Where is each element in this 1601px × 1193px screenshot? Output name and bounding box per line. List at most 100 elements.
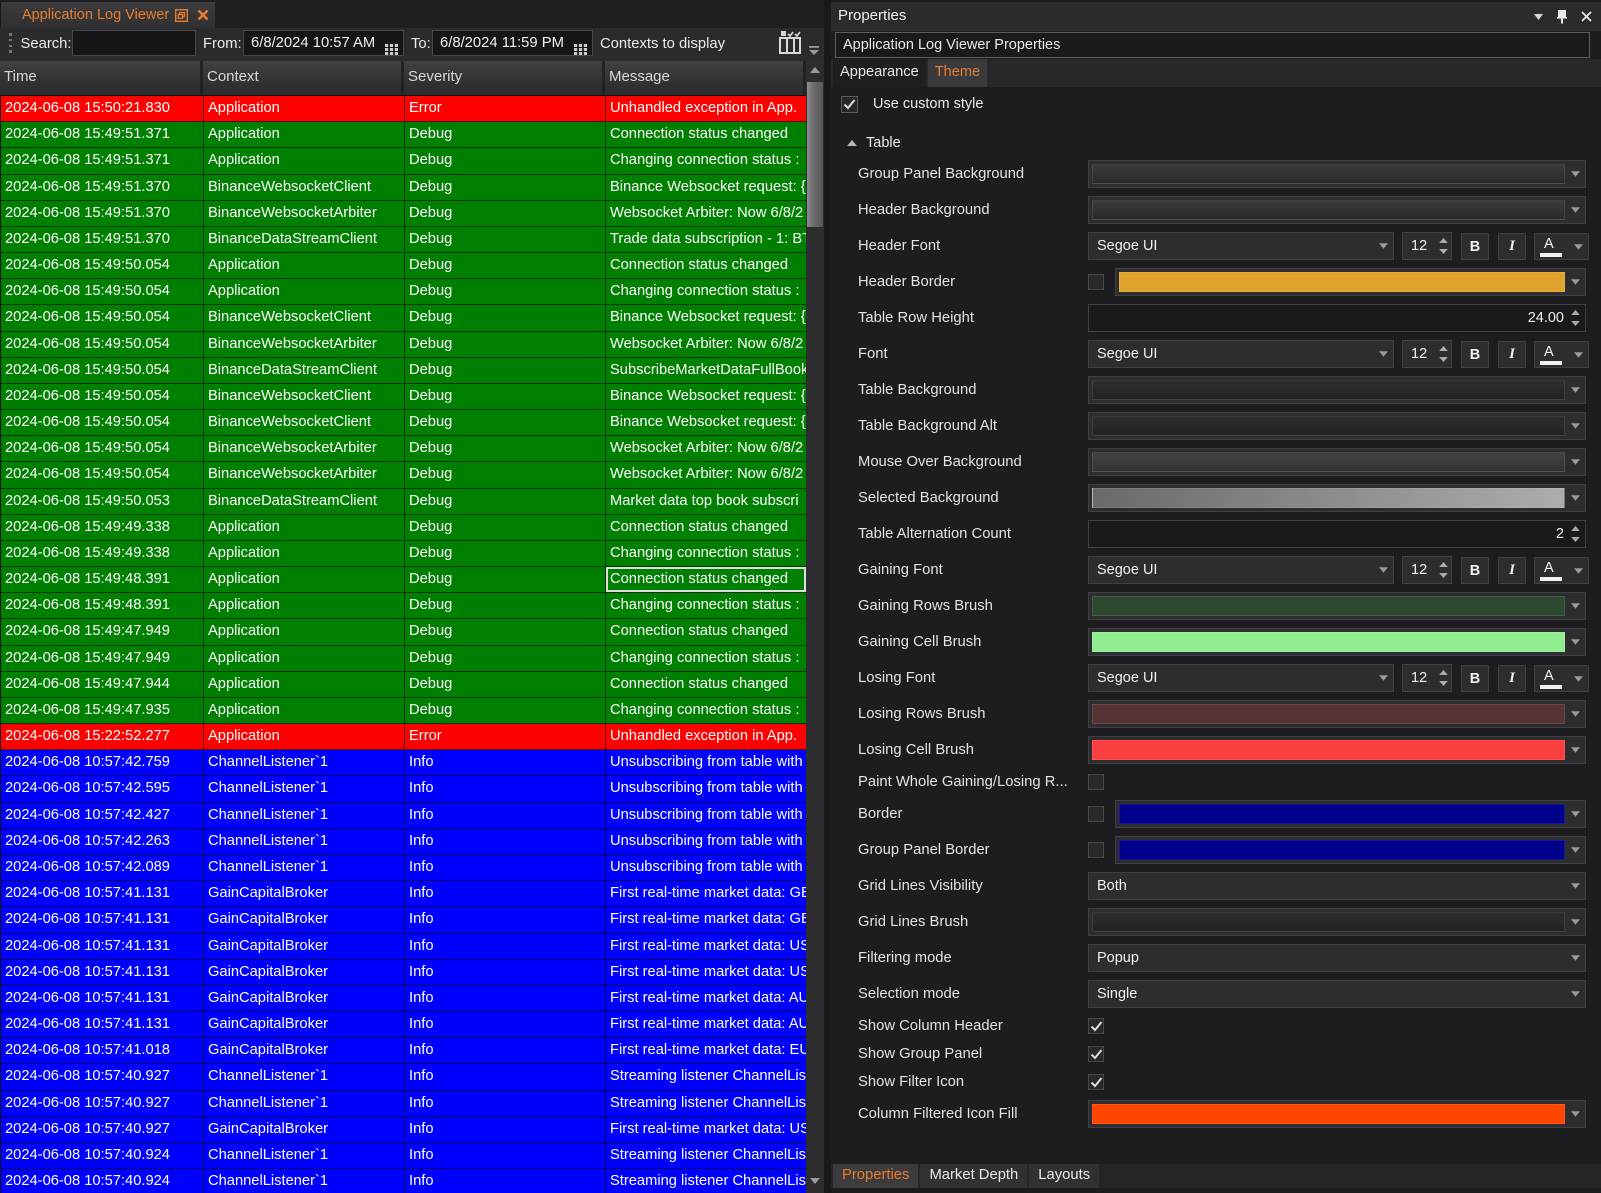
log-row[interactable]: 2024-06-08 15:49:47.949ApplicationDebugC… xyxy=(1,619,806,645)
log-cell-severity[interactable]: Debug xyxy=(405,227,606,253)
font-color-button[interactable]: A xyxy=(1534,341,1589,368)
log-cell-context[interactable]: BinanceWebsocketArbiter xyxy=(204,201,405,227)
log-cell-severity[interactable]: Debug xyxy=(405,515,606,541)
combo-popup[interactable]: Popup xyxy=(1088,944,1586,972)
log-cell-context[interactable]: ChannelListener`1 xyxy=(204,829,405,855)
log-cell-context[interactable]: Application xyxy=(204,698,405,724)
log-cell-message[interactable]: Unsubscribing from table with xyxy=(606,750,806,776)
log-cell-message[interactable]: First real-time market data: US xyxy=(606,934,806,960)
log-cell-severity[interactable]: Debug xyxy=(405,489,606,515)
log-cell-time[interactable]: 2024-06-08 15:49:51.370 xyxy=(1,201,204,227)
log-row[interactable]: 2024-06-08 15:49:50.054ApplicationDebugC… xyxy=(1,253,806,279)
log-cell-severity[interactable]: Debug xyxy=(405,541,606,567)
log-cell-context[interactable]: ChannelListener`1 xyxy=(204,1091,405,1117)
column-header-time[interactable]: Time xyxy=(0,61,203,95)
log-cell-message[interactable]: Websocket Arbiter: Now 6/8/2 xyxy=(606,201,806,227)
log-cell-message[interactable]: Connection status changed xyxy=(606,619,806,645)
log-row[interactable]: 2024-06-08 15:49:50.054BinanceWebsocketA… xyxy=(1,462,806,488)
column-header-message[interactable]: Message xyxy=(605,61,806,95)
property-checkbox[interactable] xyxy=(1088,842,1104,858)
log-cell-severity[interactable]: Info xyxy=(405,1012,606,1038)
log-cell-context[interactable]: BinanceWebsocketArbiter xyxy=(204,462,405,488)
brush-dropdown[interactable] xyxy=(1088,736,1586,764)
log-row[interactable]: 2024-06-08 15:49:49.338ApplicationDebugC… xyxy=(1,515,806,541)
log-cell-context[interactable]: BinanceWebsocketClient xyxy=(204,384,405,410)
tab-close-icon[interactable] xyxy=(197,9,209,21)
log-cell-message[interactable]: Market data top book subscri xyxy=(606,489,806,515)
log-cell-severity[interactable]: Debug xyxy=(405,672,606,698)
close-icon[interactable] xyxy=(1575,2,1597,31)
log-row[interactable]: 2024-06-08 10:57:41.131GainCapitalBroker… xyxy=(1,934,806,960)
log-cell-severity[interactable]: Debug xyxy=(405,279,606,305)
bottom-tab-layouts[interactable]: Layouts xyxy=(1029,1164,1099,1188)
log-cell-severity[interactable]: Error xyxy=(405,724,606,750)
log-cell-context[interactable]: BinanceWebsocketClient xyxy=(204,175,405,201)
log-cell-context[interactable]: GainCapitalBroker xyxy=(204,986,405,1012)
log-cell-message[interactable]: Unsubscribing from table with xyxy=(606,776,806,802)
log-row[interactable]: 2024-06-08 15:49:50.053BinanceDataStream… xyxy=(1,489,806,515)
log-cell-severity[interactable]: Info xyxy=(405,750,606,776)
spinner-icon[interactable] xyxy=(1438,344,1449,364)
property-checkbox[interactable] xyxy=(1088,1018,1104,1034)
log-row[interactable]: 2024-06-08 15:49:50.054ApplicationDebugC… xyxy=(1,279,806,305)
log-row[interactable]: 2024-06-08 10:57:40.927ChannelListener`1… xyxy=(1,1091,806,1117)
scroll-down-button[interactable] xyxy=(806,1172,824,1189)
log-cell-message[interactable]: Unsubscribing from table with xyxy=(606,855,806,881)
log-cell-context[interactable]: BinanceWebsocketArbiter xyxy=(204,436,405,462)
log-cell-time[interactable]: 2024-06-08 15:49:50.054 xyxy=(1,253,204,279)
italic-button[interactable]: I xyxy=(1498,557,1526,584)
log-cell-time[interactable]: 2024-06-08 15:49:47.944 xyxy=(1,672,204,698)
log-row[interactable]: 2024-06-08 10:57:41.131GainCapitalBroker… xyxy=(1,960,806,986)
log-cell-time[interactable]: 2024-06-08 15:49:51.370 xyxy=(1,175,204,201)
log-cell-message[interactable]: First real-time market data: GB xyxy=(606,881,806,907)
column-header-severity[interactable]: Severity xyxy=(404,61,605,95)
log-cell-severity[interactable]: Debug xyxy=(405,593,606,619)
log-cell-context[interactable]: GainCapitalBroker xyxy=(204,907,405,933)
property-checkbox[interactable] xyxy=(1088,1074,1104,1090)
log-cell-severity[interactable]: Error xyxy=(405,96,606,122)
log-cell-time[interactable]: 2024-06-08 15:49:47.935 xyxy=(1,698,204,724)
log-cell-context[interactable]: ChannelListener`1 xyxy=(204,776,405,802)
log-row[interactable]: 2024-06-08 15:49:51.370BinanceWebsocketA… xyxy=(1,201,806,227)
log-cell-severity[interactable]: Debug xyxy=(405,201,606,227)
bold-button[interactable]: B xyxy=(1461,341,1489,368)
property-checkbox[interactable] xyxy=(1088,774,1104,790)
log-cell-context[interactable]: Application xyxy=(204,253,405,279)
log-cell-severity[interactable]: Debug xyxy=(405,646,606,672)
brush-dropdown[interactable] xyxy=(1088,448,1586,476)
log-cell-message[interactable]: Binance Websocket request: {" xyxy=(606,410,806,436)
brush-dropdown[interactable] xyxy=(1088,412,1586,440)
log-cell-message[interactable]: First real-time market data: US xyxy=(606,960,806,986)
log-cell-message[interactable]: Connection status changed xyxy=(606,122,806,148)
spinner-icon[interactable] xyxy=(1438,560,1449,580)
log-cell-time[interactable]: 2024-06-08 15:49:50.054 xyxy=(1,410,204,436)
bottom-tab-market-depth[interactable]: Market Depth xyxy=(920,1164,1027,1188)
brush-dropdown[interactable] xyxy=(1088,196,1586,224)
log-cell-context[interactable]: GainCapitalBroker xyxy=(204,960,405,986)
brush-dropdown[interactable] xyxy=(1088,592,1586,620)
table-group-header[interactable]: Table xyxy=(847,135,901,151)
font-color-button[interactable]: A xyxy=(1534,233,1589,260)
log-cell-time[interactable]: 2024-06-08 10:57:41.131 xyxy=(1,1012,204,1038)
property-checkbox[interactable] xyxy=(1088,806,1104,822)
log-cell-message[interactable]: Streaming listener ChannelLis xyxy=(606,1091,806,1117)
tab-application-log-viewer[interactable]: Application Log Viewer xyxy=(0,2,215,28)
log-cell-context[interactable]: Application xyxy=(204,148,405,174)
log-cell-time[interactable]: 2024-06-08 15:49:51.371 xyxy=(1,148,204,174)
log-row[interactable]: 2024-06-08 15:49:47.949ApplicationDebugC… xyxy=(1,646,806,672)
to-date-input[interactable]: 6/8/2024 11:59 PM xyxy=(432,30,593,56)
log-cell-severity[interactable]: Info xyxy=(405,829,606,855)
log-cell-time[interactable]: 2024-06-08 15:49:50.054 xyxy=(1,436,204,462)
log-cell-message[interactable]: First real-time market data: AU xyxy=(606,986,806,1012)
property-checkbox[interactable] xyxy=(1088,1046,1104,1062)
log-row[interactable]: 2024-06-08 15:50:21.830ApplicationErrorU… xyxy=(1,96,806,122)
log-cell-message[interactable]: First real-time market data: AU xyxy=(606,1012,806,1038)
combo-both[interactable]: Both xyxy=(1088,872,1586,900)
log-cell-message[interactable]: Streaming listener ChannelLis xyxy=(606,1169,806,1193)
italic-button[interactable]: I xyxy=(1498,341,1526,368)
log-cell-context[interactable]: BinanceWebsocketClient xyxy=(204,305,405,331)
log-cell-time[interactable]: 2024-06-08 15:49:48.391 xyxy=(1,567,204,593)
log-cell-message[interactable]: Unsubscribing from table with xyxy=(606,803,806,829)
log-cell-message[interactable]: Connection status changed xyxy=(606,253,806,279)
log-row[interactable]: 2024-06-08 10:57:42.595ChannelListener`1… xyxy=(1,776,806,802)
